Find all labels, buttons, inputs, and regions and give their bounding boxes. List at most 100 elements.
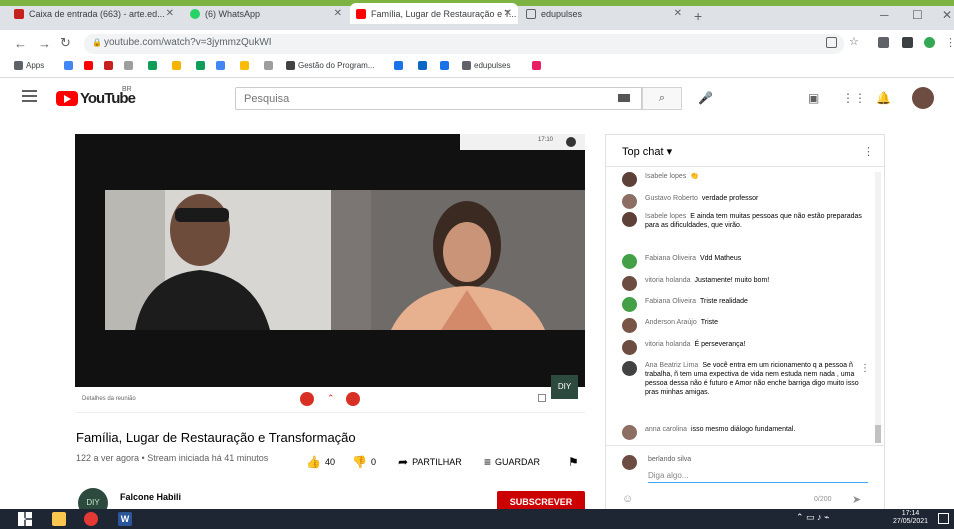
bookmark-item[interactable] <box>394 61 406 70</box>
bookmark-item[interactable] <box>64 61 76 70</box>
bookmark-item[interactable] <box>148 61 160 70</box>
bookmark-item[interactable] <box>216 61 228 70</box>
message-more-icon[interactable]: ⋮ <box>860 363 870 374</box>
chat-message-body: Anderson Araújo Triste <box>645 318 718 333</box>
reload-icon[interactable]: ↻ <box>60 35 71 51</box>
search-button[interactable]: ⌕ <box>642 87 682 110</box>
emoji-icon[interactable]: ☺ <box>622 493 633 505</box>
bookmark-favicon-icon <box>64 61 73 70</box>
player-time: 17:10 <box>538 137 554 143</box>
report-button[interactable]: ⚑ <box>568 455 583 469</box>
expand-arrow-icon[interactable]: ⌃ <box>327 393 335 404</box>
close-icon[interactable]: ✕ <box>674 8 682 19</box>
bookmark-item[interactable] <box>104 61 116 70</box>
thumbs-down-icon: 👎 <box>352 455 367 469</box>
word-icon[interactable]: W <box>118 512 132 526</box>
youtube-logo-icon[interactable] <box>56 91 78 106</box>
keyboard-icon[interactable] <box>618 94 630 102</box>
chat-author[interactable]: vitoria holanda <box>645 341 691 348</box>
chat-author[interactable]: Ana Beatriz Lima <box>645 362 698 369</box>
share-button[interactable]: ➦ PARTILHAR <box>398 455 462 469</box>
bookmark-item[interactable] <box>440 61 452 70</box>
like-button[interactable]: 👍 40 <box>306 455 335 469</box>
extensions-puzzle-icon[interactable] <box>902 37 913 48</box>
bookmark-favicon-icon <box>418 61 427 70</box>
tab-label: edupulses <box>541 8 583 19</box>
chat-author[interactable]: vitoria holanda <box>645 277 691 284</box>
chat-scrollbar[interactable] <box>875 172 881 442</box>
search-input[interactable] <box>235 87 642 110</box>
chat-message-input[interactable]: Diga algo... <box>648 471 868 483</box>
file-explorer-icon[interactable] <box>52 512 66 526</box>
bookmark-label: Apps <box>26 61 45 70</box>
chat-author[interactable]: Gustavo Roberto <box>645 195 698 202</box>
tab-edupulses[interactable]: edupulses ✕ <box>520 3 688 24</box>
bookmark-apps[interactable]: Apps <box>14 61 44 70</box>
bookmark-item[interactable] <box>172 61 184 70</box>
meeting-details-label: Detalhes da reunião <box>82 396 136 402</box>
avatar <box>622 425 637 440</box>
channel-name[interactable]: Falcone Habili <box>120 492 181 502</box>
bookmark-favicon-icon <box>264 61 273 70</box>
close-icon[interactable]: ✕ <box>334 8 342 19</box>
bookmark-item[interactable]: Gestão do Program... <box>286 61 374 70</box>
new-tab-button[interactable]: + <box>694 8 702 24</box>
minimize-icon[interactable]: ─ <box>880 8 889 22</box>
extension-icon[interactable] <box>878 37 889 48</box>
apps-grid-icon[interactable]: ⋮⋮ <box>842 91 866 105</box>
bookmark-item[interactable]: edupulses <box>462 61 510 70</box>
close-icon[interactable]: ✕ <box>166 8 174 19</box>
avatar <box>622 340 637 355</box>
create-video-icon[interactable]: ▣ <box>808 91 819 105</box>
share-label: PARTILHAR <box>412 457 462 467</box>
back-icon[interactable]: ← <box>14 36 27 51</box>
camera-off-icon[interactable] <box>346 392 360 406</box>
hamburger-menu-icon[interactable] <box>22 90 37 102</box>
bookmark-item[interactable] <box>418 61 430 70</box>
chat-author[interactable]: Fabiana Oliveira <box>645 298 696 305</box>
maximize-icon[interactable]: ☐ <box>912 8 923 22</box>
youtube-icon <box>356 8 366 19</box>
chat-message-body: Isabele lopes 👏 <box>645 172 699 187</box>
taskbar-clock[interactable]: 17:14 27/05/2021 <box>893 510 928 526</box>
forward-icon[interactable]: → <box>38 36 51 51</box>
mic-off-icon[interactable] <box>300 392 314 406</box>
tab-gmail[interactable]: Caixa de entrada (663) - arte.ed... ✕ <box>8 3 180 24</box>
system-tray-icons[interactable]: ⌃ ▭ ♪ ⌁ <box>796 512 829 523</box>
bookmark-item[interactable] <box>240 61 252 70</box>
tab-youtube-video[interactable]: Família, Lugar de Restauração e T... ✕ <box>350 3 518 24</box>
star-icon[interactable]: ☆ <box>849 35 860 48</box>
notifications-bell-icon[interactable]: 🔔 <box>876 91 891 105</box>
notifications-icon[interactable] <box>938 513 949 524</box>
bookmark-item[interactable] <box>196 61 208 70</box>
profile-icon[interactable] <box>924 37 935 48</box>
chat-author[interactable]: Isabele lopes <box>645 213 686 220</box>
chat-more-icon[interactable]: ⋮ <box>863 145 874 158</box>
send-icon[interactable]: ➤ <box>852 493 861 506</box>
screenshot-icon[interactable] <box>826 37 837 48</box>
chat-scroll-thumb[interactable] <box>875 425 881 443</box>
captions-icon[interactable] <box>538 394 546 402</box>
chat-mode-dropdown[interactable]: Top chat ▾ <box>622 145 672 158</box>
channel-logo-overlay: DIY <box>551 375 578 399</box>
bookmark-label: Gestão do Program... <box>298 61 375 70</box>
chat-author[interactable]: anna carolina <box>645 426 687 433</box>
chrome-icon[interactable] <box>84 512 98 526</box>
chat-message-body: Fabiana Oliveira Vdd Matheus <box>645 254 741 269</box>
bookmark-item[interactable] <box>264 61 276 70</box>
bookmark-item[interactable] <box>532 61 544 70</box>
window-close-icon[interactable]: ✕ <box>942 8 952 22</box>
save-button[interactable]: ≡ GUARDAR <box>484 455 540 469</box>
tab-whatsapp[interactable]: (6) WhatsApp ✕ <box>184 3 348 24</box>
dislike-button[interactable]: 👎 0 <box>352 455 376 469</box>
avatar[interactable] <box>912 87 934 109</box>
microphone-icon[interactable]: 🎤 <box>698 91 713 105</box>
chat-author[interactable]: Anderson Araújo <box>645 319 697 326</box>
chat-author[interactable]: Isabele lopes <box>645 173 686 180</box>
bookmark-item[interactable] <box>124 61 136 70</box>
chat-author[interactable]: Fabiana Oliveira <box>645 255 696 262</box>
close-icon[interactable]: ✕ <box>504 8 512 19</box>
kebab-menu-icon[interactable]: ⋮ <box>945 36 954 49</box>
avatar <box>622 194 637 209</box>
bookmark-item[interactable] <box>84 61 96 70</box>
